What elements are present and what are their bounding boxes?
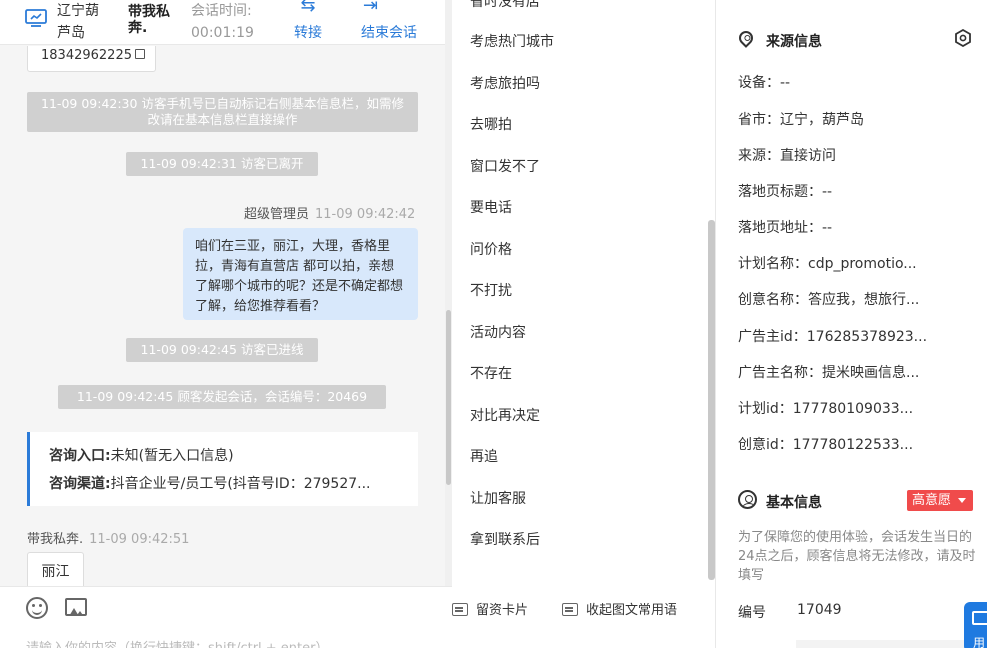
intent-level-label: 高意愿: [912, 493, 952, 508]
agent-name: 超级管理员: [244, 207, 310, 222]
lead-card-button[interactable]: 留资卡片: [452, 599, 528, 618]
source-row-province: 省市：辽宁，葫芦岛: [738, 112, 864, 128]
visitor-name: 带我私奔.: [128, 4, 170, 36]
entry-row: 咨询入口:未知(暂无入口信息): [49, 442, 418, 470]
quick-reply-item[interactable]: 不打扰: [470, 281, 512, 301]
location-pin-icon: [736, 28, 756, 48]
lead-card-label: 留资卡片: [476, 603, 529, 618]
agent-time: 11-09 09:42:42: [315, 207, 416, 222]
transfer-button[interactable]: ⇆ 转接: [294, 0, 322, 44]
visitor-location: 辽宁葫芦岛: [57, 3, 99, 41]
source-row-advertiser-name: 广告主名称：提米映画信息...: [738, 365, 920, 381]
quick-reply-item[interactable]: 拿到联系后: [470, 530, 540, 550]
message-input[interactable]: 请输入你的内容（换行快捷键：shift/ctrl + enter）: [26, 637, 329, 648]
chat-float-label: 用: [973, 636, 986, 648]
quick-reply-item[interactable]: 问价格: [470, 240, 512, 260]
quick-reply-item[interactable]: 要电话: [470, 198, 512, 218]
id-label: 编号: [738, 605, 766, 621]
quick-reply-scrollbar[interactable]: [708, 220, 715, 580]
message-list[interactable]: 18342962225 11-09 09:42:30 访客手机号已自动标记右侧基…: [0, 46, 445, 586]
channel-row: 咨询渠道:抖音企业号/员工号(抖音号ID：279527...: [49, 470, 418, 498]
quick-reply-item[interactable]: 对比再决定: [470, 406, 540, 426]
entry-value: 未知(暂无入口信息): [110, 448, 234, 464]
visitor-sender-name: 带我私奔.: [27, 532, 84, 547]
source-row-landing-url: 落地页地址：--: [738, 220, 833, 236]
system-message: 11-09 09:42:45 顾客发起会话，会话编号：20469: [58, 385, 386, 409]
quick-reply-item[interactable]: 考虑旅拍吗: [470, 74, 540, 94]
copy-icon[interactable]: [134, 49, 145, 59]
user-icon: [738, 490, 757, 509]
quick-reply-item[interactable]: 省时没有店: [470, 0, 540, 12]
quick-reply-item[interactable]: 让加客服: [470, 489, 526, 509]
chat-header: 辽宁葫芦岛 带我私奔. 会话时间: 00:01:19 ⇆ 转接 ⇥ 结束会话: [0, 0, 445, 45]
visitor-message-bubble: 丽江: [27, 552, 84, 586]
form-field[interactable]: [796, 640, 966, 648]
end-session-button[interactable]: ⇥ 结束会话: [361, 0, 417, 44]
message-icon: [562, 603, 578, 616]
source-row-advertiser-id: 广告主id：176285378923...: [738, 329, 928, 345]
quick-reply-item[interactable]: 不存在: [470, 364, 512, 384]
source-row-creative-id: 创意id：177780122533...: [738, 437, 914, 453]
emoji-icon[interactable]: [26, 597, 48, 619]
quick-reply-footer: 留资卡片 收起图文常用语: [452, 586, 715, 648]
basic-info-title: 基本信息: [766, 495, 822, 511]
transfer-label: 转接: [294, 25, 322, 41]
quick-reply-item[interactable]: 再追: [470, 447, 498, 467]
chat-float-button[interactable]: 用: [964, 602, 987, 648]
phone-number: 18342962225: [41, 48, 132, 63]
system-message: 11-09 09:42:31 访客已离开: [126, 152, 318, 176]
caret-down-icon: [958, 498, 966, 503]
image-icon[interactable]: [65, 598, 87, 616]
edit-notice: 为了保障您的使用体验，会话发生当日的24点之后，顾客信息将无法修改，请及时填写: [738, 530, 976, 583]
chat-panel: 辽宁葫芦岛 带我私奔. 会话时间: 00:01:19 ⇆ 转接 ⇥ 结束会话 1…: [0, 0, 452, 648]
intent-level-dropdown[interactable]: 高意愿: [907, 490, 973, 511]
source-row-source: 来源：直接访问: [738, 148, 836, 164]
collapse-phrases-label: 收起图文常用语: [586, 603, 678, 618]
quick-reply-item[interactable]: 窗口发不了: [470, 157, 540, 177]
entry-label: 咨询入口:: [49, 448, 111, 464]
agent-message-bubble: 咱们在三亚，丽江，大理，香格里拉，青海有直营店 都可以拍，亲想了解哪个城市的呢？…: [183, 228, 418, 320]
visitor-sender: 带我私奔. 11-09 09:42:51: [27, 528, 189, 547]
source-row-device: 设备：--: [738, 75, 791, 91]
system-message: 11-09 09:42:30 访客手机号已自动标记右侧基本信息栏，如需修改请在基…: [27, 92, 418, 132]
settings-icon[interactable]: [954, 29, 972, 47]
monitor-icon: [25, 9, 47, 27]
transfer-icon: ⇆: [300, 0, 316, 16]
input-area: 请输入你的内容（换行快捷键：shift/ctrl + enter）: [0, 586, 452, 648]
consult-info-card: 咨询入口:未知(暂无入口信息) 咨询渠道:抖音企业号/员工号(抖音号ID：279…: [27, 432, 418, 506]
session-time-value: 00:01:19: [191, 25, 254, 41]
channel-value: 抖音企业号/员工号(抖音号ID：279527...: [110, 476, 371, 492]
quick-reply-item[interactable]: 考虑热门城市: [470, 32, 554, 52]
id-value: 17049: [797, 602, 842, 618]
visitor-info-panel: 来源信息 设备：-- 省市：辽宁，葫芦岛 来源：直接访问 落地页标题：-- 落地…: [716, 0, 987, 648]
visitor-time: 11-09 09:42:51: [89, 532, 190, 547]
source-info-title: 来源信息: [766, 34, 822, 50]
source-row-plan-id: 计划id：177780109033...: [738, 401, 914, 417]
collapse-phrases-button[interactable]: 收起图文常用语: [562, 599, 677, 618]
source-row-landing-title: 落地页标题：--: [738, 184, 833, 200]
end-session-label: 结束会话: [361, 25, 417, 41]
quick-reply-item[interactable]: 活动内容: [470, 323, 526, 343]
channel-label: 咨询渠道:: [49, 476, 111, 492]
quick-reply-item[interactable]: 去哪拍: [470, 115, 512, 135]
card-icon: [452, 603, 468, 616]
source-row-creative-name: 创意名称：答应我，想旅行...: [738, 292, 920, 308]
chat-scroll-thumb[interactable]: [446, 310, 451, 485]
session-time-label: 会话时间:: [191, 3, 252, 19]
chat-scrollbar[interactable]: [445, 0, 452, 648]
agent-sender: 超级管理员 11-09 09:42:42: [244, 203, 415, 222]
quick-reply-panel: 省时没有店 考虑热门城市 考虑旅拍吗 去哪拍 窗口发不了 要电话 问价格 不打扰…: [452, 0, 716, 648]
exit-icon: ⇥: [363, 0, 379, 16]
phone-bubble: 18342962225: [27, 46, 156, 72]
source-row-plan-name: 计划名称：cdp_promotio...: [738, 256, 917, 272]
system-message: 11-09 09:42:45 访客已进线: [126, 338, 318, 362]
